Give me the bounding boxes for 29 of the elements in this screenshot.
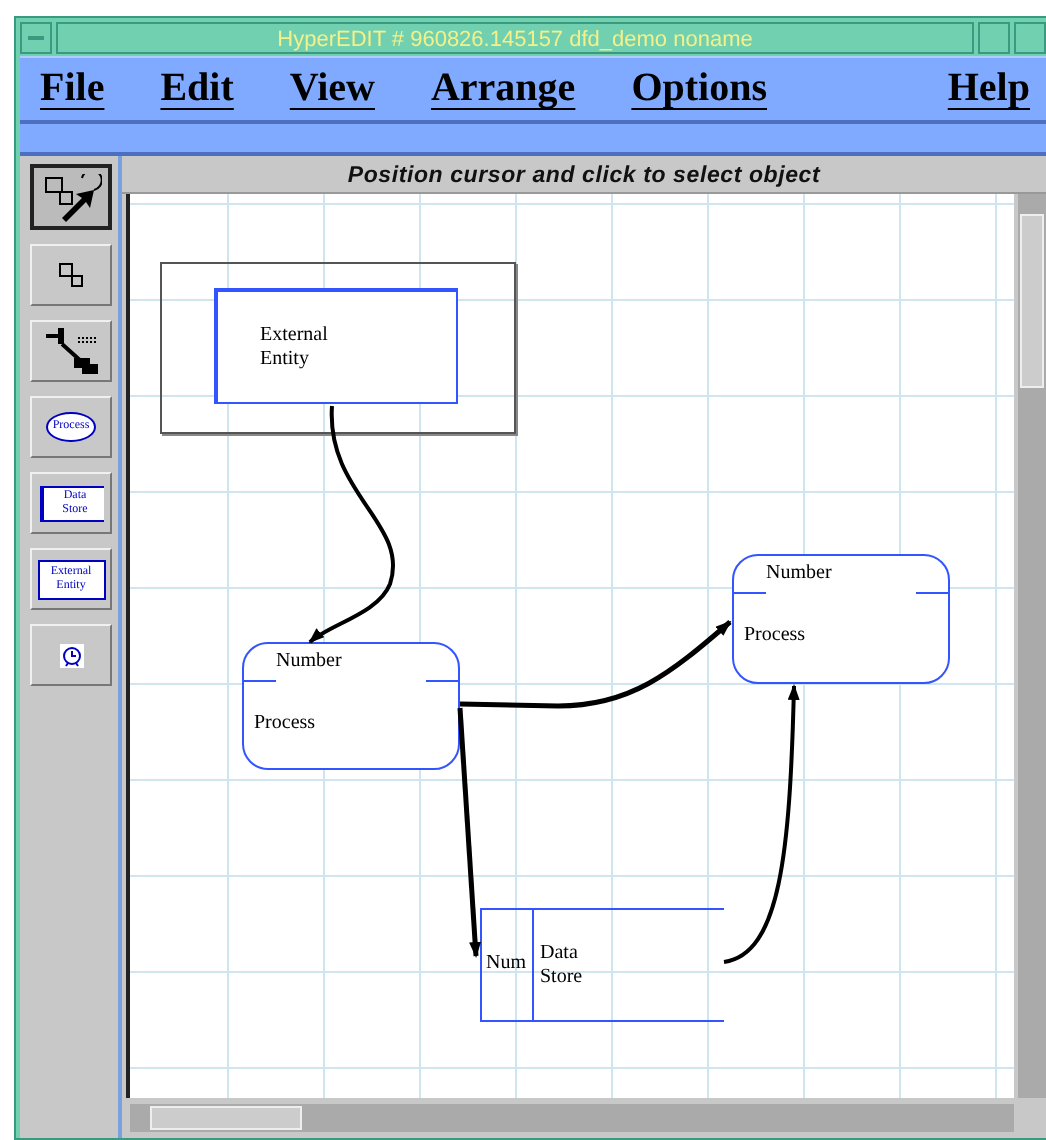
process-label: Process [744,624,806,646]
entity-label: External Entity [260,324,330,372]
flow-arrow[interactable] [308,405,395,644]
horizontal-scrollbar[interactable] [130,1104,1014,1132]
menu-item[interactable]: Arrange [430,66,576,113]
flow-arrow[interactable] [723,684,800,964]
vertical-scrollbar[interactable] [1018,194,1046,1098]
process-node[interactable]: Number Process [732,554,950,684]
process-node[interactable]: Number Process [242,642,460,770]
resize-icon [57,261,85,289]
menu-item[interactable]: Options [631,66,767,113]
process-number: Number [276,650,342,672]
window-title: HyperEDIT # 960826.145157 dfd_demo noname [56,22,974,54]
clock-icon [59,643,83,667]
menu-item[interactable]: File [40,66,105,113]
store-number: Num [486,952,526,974]
menu-item[interactable]: Edit [160,66,234,113]
store-label: Data Store [540,942,585,990]
tool-button[interactable] [30,164,112,230]
menu-item[interactable]: View [289,66,375,113]
process-label: Process [254,712,316,734]
external-entity-node[interactable]: External Entity [214,288,458,404]
flow-arrow[interactable] [457,707,482,958]
flow-arrow[interactable] [459,620,732,709]
process-number: Number [766,562,832,584]
menu-item[interactable]: Help [947,66,1030,113]
status-message: Position cursor and click to select object [345,162,823,192]
connector-icon [41,325,101,377]
select-arrow-icon [41,173,101,221]
